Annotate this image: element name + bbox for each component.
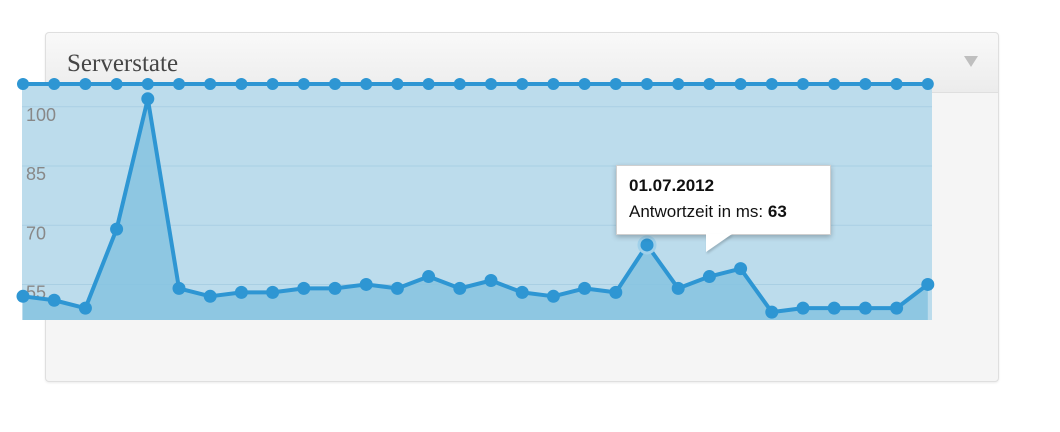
top-series-point (765, 78, 778, 90)
top-series-point (797, 78, 809, 90)
data-point (359, 277, 373, 291)
data-point (765, 305, 779, 319)
data-point (827, 301, 841, 315)
top-series-point (79, 78, 92, 90)
data-point (141, 92, 155, 106)
data-point (297, 281, 311, 295)
tooltip-label: Antwortzeit in ms: (629, 202, 764, 221)
chart-tooltip: 01.07.2012 Antwortzeit in ms: 63 (616, 165, 831, 235)
top-series-point (890, 78, 903, 90)
data-point (858, 301, 872, 315)
top-series-point (578, 78, 591, 90)
y-tick-label: 100 (26, 105, 56, 125)
data-point (453, 281, 467, 295)
data-point (609, 285, 623, 299)
top-series-point (734, 78, 747, 90)
data-point (110, 222, 124, 236)
top-series-point (422, 78, 435, 90)
data-point (671, 281, 685, 295)
top-series-point (17, 78, 29, 90)
top-series-point (48, 78, 61, 90)
top-series-point (173, 78, 185, 90)
widget-title: Serverstate (67, 50, 179, 77)
data-point (172, 281, 186, 295)
tooltip-value: 63 (767, 202, 787, 221)
data-point (16, 289, 30, 303)
data-point (422, 270, 436, 284)
top-series-point (204, 78, 217, 90)
top-series-point (921, 78, 934, 90)
data-point (578, 281, 592, 295)
y-tick-label: 70 (26, 223, 46, 243)
top-series-point (828, 78, 841, 90)
top-series-point (360, 78, 373, 90)
data-point (515, 285, 529, 299)
data-point (484, 274, 498, 287)
top-series-point (141, 78, 154, 90)
top-series-point (672, 78, 685, 90)
top-series-point (609, 78, 622, 90)
data-point (702, 270, 716, 284)
data-point (546, 289, 560, 303)
data-point (921, 277, 935, 291)
data-point (390, 281, 404, 295)
data-point (796, 301, 810, 315)
collapse-toggle-icon[interactable] (964, 56, 978, 67)
data-point (890, 301, 904, 315)
top-series-point (329, 78, 341, 90)
top-series-point (110, 78, 123, 90)
top-series-point (235, 78, 248, 90)
y-tick-label: 85 (26, 164, 46, 184)
data-point (328, 281, 342, 295)
top-series-point (485, 78, 497, 90)
data-point (266, 285, 280, 299)
top-series-point (641, 78, 653, 90)
top-series-point (547, 78, 560, 90)
top-series-point (266, 78, 279, 90)
data-point (78, 301, 92, 315)
top-series-point (859, 78, 872, 90)
top-series-point (453, 78, 466, 90)
data-point (234, 285, 248, 299)
tooltip-date: 01.07.2012 (629, 176, 715, 195)
tooltip-pointer (706, 234, 732, 252)
top-series-point (516, 78, 529, 90)
data-point (47, 293, 61, 307)
data-point (203, 289, 217, 303)
highlighted-data-point (637, 235, 657, 255)
top-series-point (297, 78, 310, 90)
top-series-point (391, 78, 404, 90)
data-point (734, 262, 748, 276)
top-series-point (703, 78, 716, 90)
